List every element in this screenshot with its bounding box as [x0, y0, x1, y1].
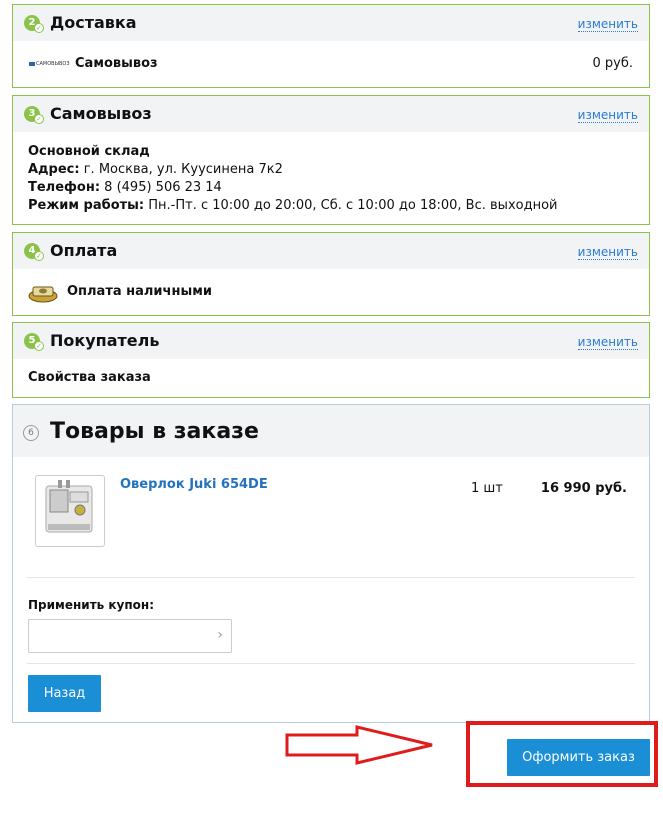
store-phone: Телефон: 8 (495) 506 23 14 [28, 180, 222, 195]
pickup-header: 3 ✓ Самовывоз изменить [13, 96, 649, 132]
back-button[interactable]: Назад [28, 675, 101, 712]
order-properties: Свойства заказа [28, 370, 151, 385]
payment-title: Оплата [50, 241, 118, 260]
divider [27, 663, 635, 664]
chevron-right-icon[interactable]: › [217, 627, 223, 643]
product-name-link[interactable]: Оверлок Juki 654DE [120, 477, 268, 492]
product-quantity: 1 шт [471, 481, 503, 496]
coupon-input[interactable] [35, 620, 215, 650]
coupon-input-wrap: › [28, 619, 232, 653]
delivery-header: 2 ✓ Доставка изменить [13, 5, 649, 41]
store-hours: Режим работы: Пн.-Пт. с 10:00 до 20:00, … [28, 198, 558, 213]
check-icon: ✓ [34, 23, 44, 33]
cart-section: 6 Товары в заказе Оверлок Juki 654DE 1 ш… [12, 404, 650, 723]
store-address: Адрес: г. Москва, ул. Куусинена 7к2 [28, 162, 283, 177]
buyer-header: 5 ✓ Покупатель изменить [13, 323, 649, 359]
payment-header: 4 ✓ Оплата изменить [13, 233, 649, 269]
buyer-title: Покупатель [50, 331, 160, 350]
delivery-change-link[interactable]: изменить [577, 17, 638, 32]
pickup-section: 3 ✓ Самовывоз изменить Основной склад Ад… [12, 95, 650, 225]
check-icon: ✓ [34, 251, 44, 261]
truck-icon [29, 61, 35, 66]
delivery-logo: САМОВЫВОЗ [29, 61, 70, 67]
annotation-arrow [285, 725, 433, 765]
payment-section: 4 ✓ Оплата изменить Оплата наличными [12, 232, 650, 316]
delivery-method: Самовывоз [75, 56, 158, 71]
pickup-change-link[interactable]: изменить [577, 108, 638, 123]
cart-title: Товары в заказе [50, 419, 259, 444]
pickup-details: Основной склад Адрес: г. Москва, ул. Куу… [28, 143, 557, 215]
store-name: Основной склад [28, 144, 150, 159]
buyer-section: 5 ✓ Покупатель изменить Свойства заказа [12, 322, 650, 398]
delivery-section: 2 ✓ Доставка изменить САМОВЫВОЗ Самовыво… [12, 4, 650, 88]
payment-change-link[interactable]: изменить [577, 245, 638, 260]
coupon-label: Применить купон: [28, 598, 154, 612]
delivery-price: 0 руб. [592, 56, 634, 71]
cart-header: 6 Товары в заказе [13, 405, 649, 457]
product-image[interactable] [35, 475, 105, 547]
check-icon: ✓ [34, 114, 44, 124]
product-price: 16 990 руб. [540, 481, 627, 496]
payment-method: Оплата наличными [67, 284, 212, 299]
step-number-badge: 6 [23, 425, 39, 441]
submit-order-button[interactable]: Оформить заказ [507, 739, 650, 776]
delivery-title: Доставка [50, 13, 137, 32]
divider [27, 577, 635, 578]
cash-icon [27, 282, 59, 304]
overlock-machine-icon [45, 480, 93, 533]
buyer-change-link[interactable]: изменить [577, 335, 638, 350]
check-icon: ✓ [34, 341, 44, 351]
pickup-title: Самовывоз [50, 104, 152, 123]
